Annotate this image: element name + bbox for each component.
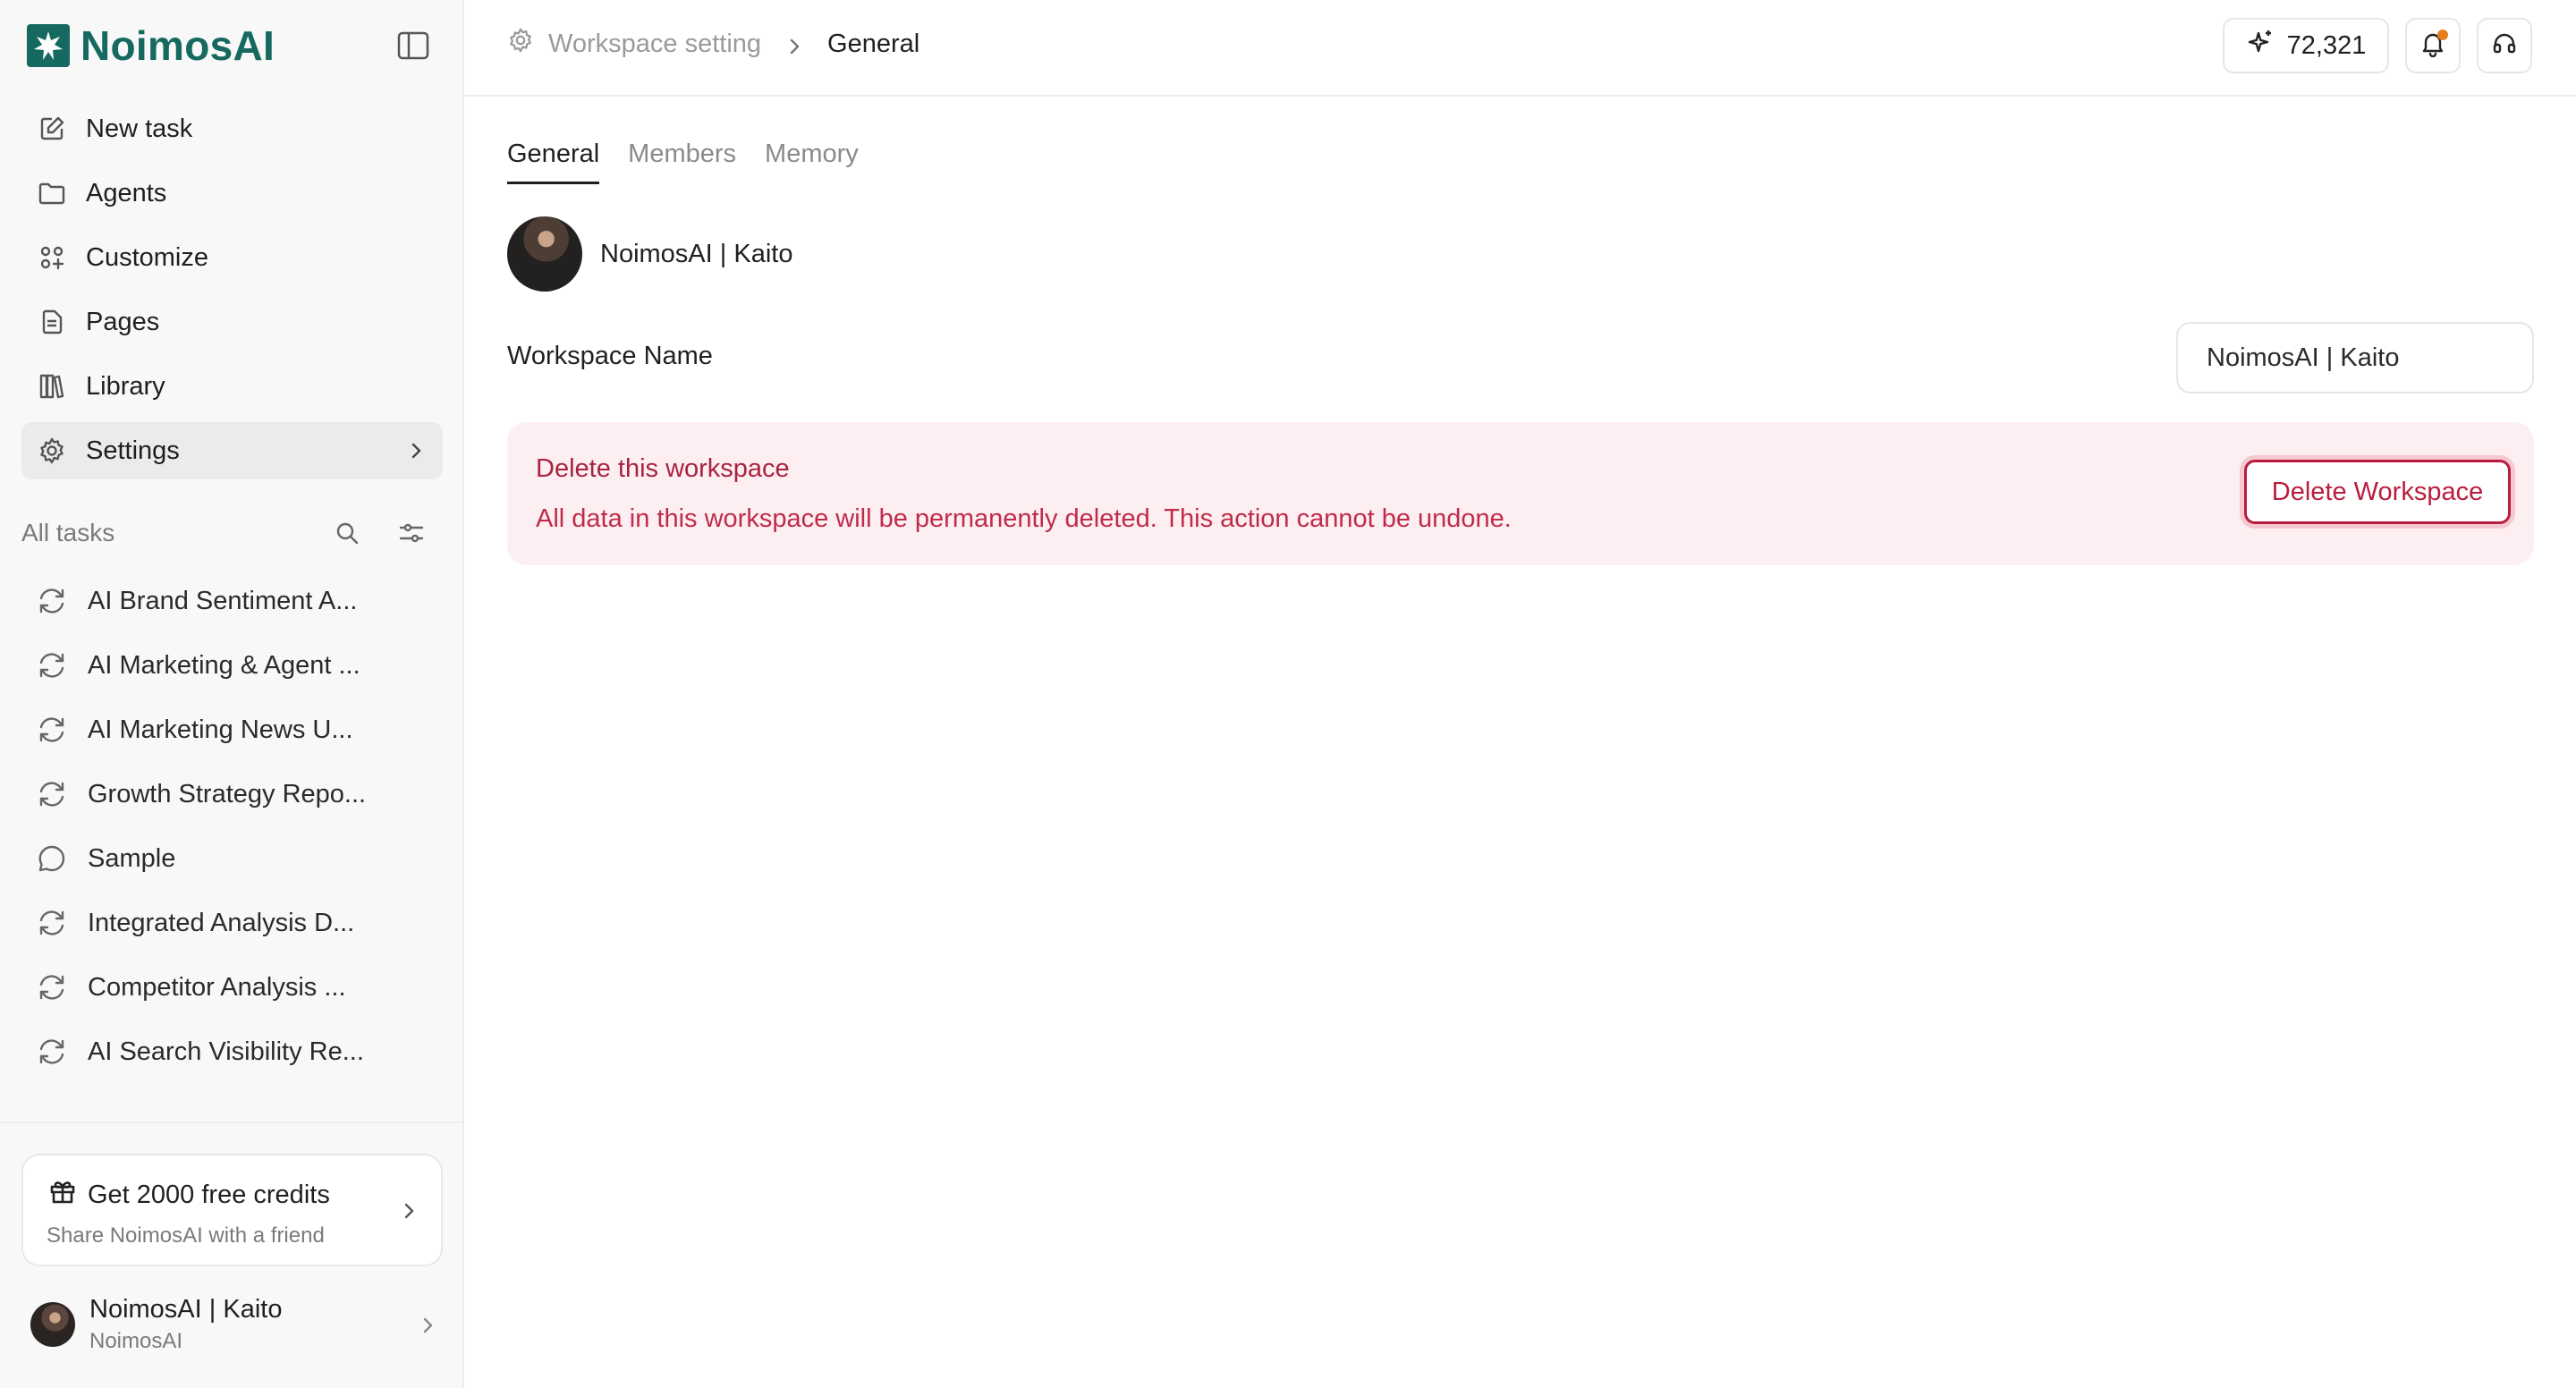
brand-name: NoimosAI bbox=[80, 22, 275, 69]
app: NoimosAI New task Agents Customize Pages… bbox=[0, 0, 2576, 1388]
tasks-header: All tasks bbox=[21, 513, 443, 553]
user-org: NoimosAI bbox=[89, 1329, 183, 1353]
refresh-icon bbox=[36, 1036, 68, 1068]
tab-memory[interactable]: Memory bbox=[765, 140, 859, 184]
task-label: Growth Strategy Repo... bbox=[88, 779, 367, 808]
nav-item-label: Agents bbox=[86, 178, 167, 207]
task-label: AI Marketing News U... bbox=[88, 715, 353, 744]
tab-general[interactable]: General bbox=[507, 140, 600, 184]
breadcrumb: Workspace setting General bbox=[507, 27, 919, 61]
folder-icon bbox=[36, 177, 68, 209]
tasks-title: All tasks bbox=[21, 519, 115, 546]
workspace-header: NoimosAI | Kaito bbox=[507, 216, 792, 292]
promo-title-text: Get 2000 free credits bbox=[88, 1180, 330, 1209]
tab-members[interactable]: Members bbox=[628, 140, 736, 184]
breadcrumb-parent[interactable]: Workspace setting bbox=[548, 30, 761, 59]
task-item[interactable]: Sample bbox=[21, 826, 443, 891]
notifications-button[interactable] bbox=[2405, 18, 2461, 73]
user-name: NoimosAI | Kaito bbox=[89, 1295, 283, 1324]
notification-dot bbox=[2437, 30, 2448, 40]
chevron-right-icon bbox=[784, 34, 804, 55]
nav-item-customize[interactable]: Customize bbox=[21, 229, 443, 286]
chevron-right-icon bbox=[403, 438, 428, 463]
books-icon bbox=[36, 370, 68, 402]
task-item[interactable]: Growth Strategy Repo... bbox=[21, 762, 443, 826]
refresh-icon bbox=[36, 971, 68, 1003]
task-label: Competitor Analysis ... bbox=[88, 972, 346, 1002]
document-icon bbox=[36, 306, 68, 338]
nav-item-label: Customize bbox=[86, 242, 208, 272]
nav-item-settings[interactable]: Settings bbox=[21, 422, 443, 479]
refresh-icon bbox=[36, 714, 68, 746]
workspace-display-name: NoimosAI | Kaito bbox=[600, 239, 793, 268]
nav-item-agents[interactable]: Agents bbox=[21, 165, 443, 222]
credits-button[interactable]: 72,321 bbox=[2223, 18, 2389, 73]
task-item[interactable]: AI Marketing News U... bbox=[21, 698, 443, 762]
chevron-right-icon bbox=[415, 1313, 440, 1338]
brand-logo-icon bbox=[27, 24, 70, 67]
sidebar-toggle-icon[interactable] bbox=[397, 30, 429, 61]
gift-icon bbox=[48, 1177, 77, 1213]
avatar bbox=[30, 1302, 75, 1347]
delete-workspace-button[interactable]: Delete Workspace bbox=[2244, 460, 2511, 524]
task-label: AI Brand Sentiment A... bbox=[88, 586, 358, 615]
topbar: Workspace setting General 72,321 bbox=[464, 0, 2576, 97]
nav-item-label: Library bbox=[86, 371, 165, 401]
nav-item-label: Settings bbox=[86, 436, 180, 465]
grid-plus-icon bbox=[36, 241, 68, 274]
refresh-icon bbox=[36, 649, 68, 681]
settings-tabs: General Members Memory bbox=[507, 140, 859, 184]
main-content: Workspace setting General 72,321 General… bbox=[464, 0, 2576, 1388]
task-label: Integrated Analysis D... bbox=[88, 908, 355, 937]
filter-icon[interactable] bbox=[397, 519, 426, 547]
edit-icon bbox=[36, 113, 68, 145]
sidebar-nav: New task Agents Customize Pages Library … bbox=[21, 100, 443, 487]
workspace-avatar[interactable] bbox=[507, 216, 582, 292]
promo-card[interactable]: Get 2000 free credits Share NoimosAI wit… bbox=[21, 1154, 443, 1266]
task-item[interactable]: AI Search Visibility Re... bbox=[21, 1020, 443, 1084]
nav-item-new-task[interactable]: New task bbox=[21, 100, 443, 157]
sidebar: NoimosAI New task Agents Customize Pages… bbox=[0, 0, 464, 1388]
promo-title: Get 2000 free credits bbox=[48, 1177, 330, 1213]
promo-subtitle: Share NoimosAI with a friend bbox=[47, 1223, 325, 1248]
danger-description: All data in this workspace will be perma… bbox=[536, 504, 1512, 533]
nav-item-library[interactable]: Library bbox=[21, 358, 443, 415]
task-item[interactable]: Competitor Analysis ... bbox=[21, 955, 443, 1020]
refresh-icon bbox=[36, 907, 68, 939]
nav-item-label: Pages bbox=[86, 307, 160, 336]
gear-icon bbox=[507, 27, 534, 61]
workspace-name-input[interactable] bbox=[2176, 322, 2534, 394]
refresh-icon bbox=[36, 778, 68, 810]
task-list: AI Brand Sentiment A... AI Marketing & A… bbox=[21, 569, 443, 1084]
task-label: AI Search Visibility Re... bbox=[88, 1037, 364, 1066]
workspace-name-label: Workspace Name bbox=[507, 342, 713, 370]
sparkle-icon bbox=[2246, 28, 2275, 63]
task-item[interactable]: AI Marketing & Agent ... bbox=[21, 633, 443, 698]
support-button[interactable] bbox=[2477, 18, 2532, 73]
user-menu[interactable]: NoimosAI | Kaito NoimosAI bbox=[30, 1293, 442, 1356]
danger-zone: Delete this workspace All data in this w… bbox=[507, 422, 2534, 565]
danger-title: Delete this workspace bbox=[536, 454, 790, 483]
task-label: Sample bbox=[88, 843, 176, 873]
brand[interactable]: NoimosAI bbox=[27, 21, 275, 70]
breadcrumb-current: General bbox=[827, 29, 920, 58]
sidebar-divider bbox=[0, 1121, 464, 1123]
chat-bubble-icon bbox=[36, 842, 68, 875]
credits-value: 72,321 bbox=[2286, 30, 2367, 60]
search-icon[interactable] bbox=[333, 519, 361, 547]
task-label: AI Marketing & Agent ... bbox=[88, 650, 360, 680]
refresh-icon bbox=[36, 585, 68, 617]
nav-item-label: New task bbox=[86, 114, 193, 143]
nav-item-pages[interactable]: Pages bbox=[21, 293, 443, 351]
chevron-right-icon bbox=[396, 1198, 421, 1223]
gear-icon bbox=[36, 435, 68, 467]
task-item[interactable]: Integrated Analysis D... bbox=[21, 891, 443, 955]
headset-icon bbox=[2491, 30, 2518, 62]
task-item[interactable]: AI Brand Sentiment A... bbox=[21, 569, 443, 633]
